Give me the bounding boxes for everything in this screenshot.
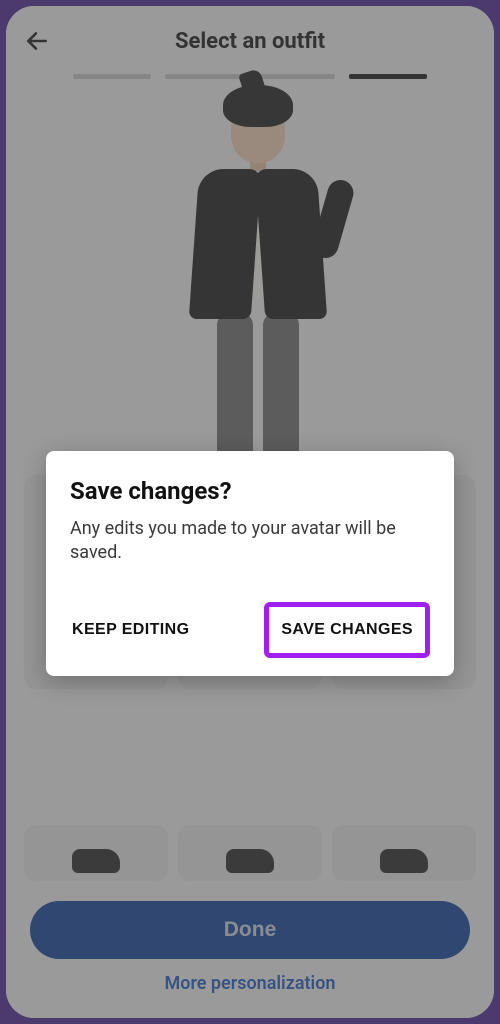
avatar-hair xyxy=(223,85,293,127)
save-changes-dialog: Save changes? Any edits you made to your… xyxy=(46,451,454,676)
keep-editing-button[interactable]: KEEP EDITING xyxy=(70,607,191,653)
progress-step-active xyxy=(349,74,427,79)
header: Select an outfit xyxy=(6,6,494,62)
footer: Done More personalization xyxy=(6,881,494,1018)
progress-step xyxy=(257,74,335,79)
outfit-option[interactable] xyxy=(24,825,168,881)
dialog-actions: KEEP EDITING SAVE CHANGES xyxy=(70,602,430,658)
screen: Select an outfit xyxy=(6,6,494,1018)
avatar-leg xyxy=(217,313,253,463)
outfit-option[interactable] xyxy=(332,825,476,881)
avatar-legs xyxy=(217,313,299,463)
outfit-option[interactable] xyxy=(178,825,322,881)
avatar-jacket xyxy=(189,169,261,319)
phone-frame: Select an outfit xyxy=(6,6,494,1018)
avatar-leg xyxy=(263,313,299,463)
dialog-title: Save changes? xyxy=(70,477,430,505)
done-button[interactable]: Done xyxy=(30,901,470,959)
progress-step xyxy=(165,74,243,79)
avatar-figure xyxy=(198,85,318,475)
back-icon[interactable] xyxy=(24,28,50,54)
page-title: Select an outfit xyxy=(50,29,450,54)
avatar-torso xyxy=(198,169,318,319)
dialog-body: Any edits you made to your avatar will b… xyxy=(70,517,430,566)
save-changes-button[interactable]: SAVE CHANGES xyxy=(271,609,423,651)
progress-step xyxy=(73,74,151,79)
outfit-grid-row xyxy=(6,815,494,881)
save-changes-highlight: SAVE CHANGES xyxy=(264,602,430,658)
more-personalization-link[interactable]: More personalization xyxy=(30,959,470,1000)
avatar-preview xyxy=(6,85,494,475)
